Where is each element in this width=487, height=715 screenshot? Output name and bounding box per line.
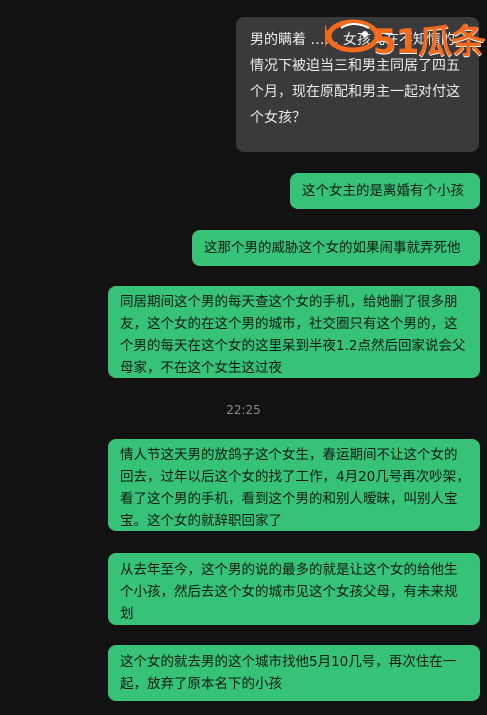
chat-timestamp: 22:25 (226, 403, 261, 417)
message-bubble[interactable]: 这个女主的是离婚有个小孩 (290, 173, 480, 209)
message-bubble[interactable]: 从去年至今，这个男的说的最多的就是让这个女的给他生个小孩，然后去这个女的城市见这… (108, 553, 480, 625)
message-bubble[interactable]: 情人节这天男的放鸽子这个女生，春运期间不让这个女的回去，过年以后这个女的找了工作… (108, 439, 480, 531)
message-bubble[interactable]: 这个女的就去男的这个城市找他5月10几号，再次住在一起，放弃了原本名下的小孩 (108, 645, 480, 701)
message-bubble[interactable]: 这那个男的威胁这个女的如果闹事就弄死他 (192, 230, 480, 266)
watermark-logo: 51瓜条 (325, 10, 485, 62)
message-bubble[interactable]: 同居期间这个男的每天查这个女的手机，给她删了很多朋友，这个女的在这个男的城市，社… (108, 286, 480, 378)
watermark-text: 51瓜条 (373, 22, 485, 62)
